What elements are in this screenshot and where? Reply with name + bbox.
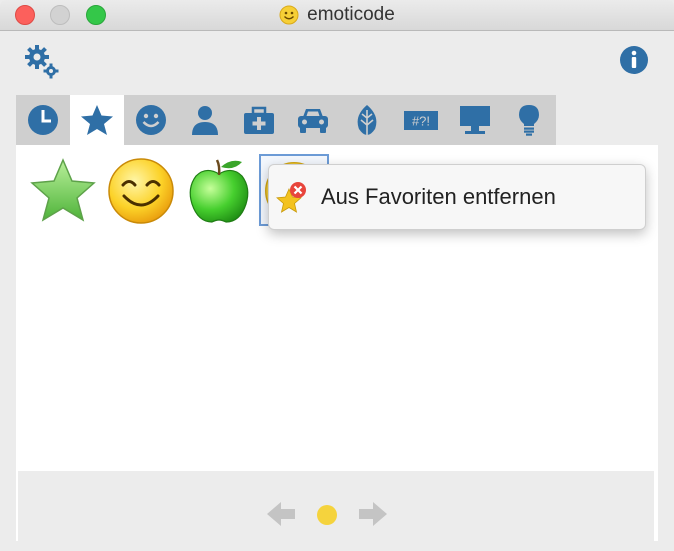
tab-people[interactable]: [178, 95, 232, 145]
tab-objects[interactable]: [448, 95, 502, 145]
tab-medical[interactable]: [232, 95, 286, 145]
tab-travel[interactable]: [286, 95, 340, 145]
smiley-icon: [136, 105, 166, 135]
clock-icon: [28, 105, 58, 135]
info-icon[interactable]: [619, 45, 649, 75]
title-bar: emoticode: [0, 0, 674, 31]
smiling-face-icon: [108, 158, 174, 224]
pagination-bar: [18, 471, 654, 541]
remove-favorite-icon: [276, 182, 306, 213]
category-tab-bar: #?!: [16, 95, 556, 145]
monitor-icon: [460, 106, 490, 134]
lightbulb-icon: [519, 105, 539, 136]
favorite-item[interactable]: [184, 156, 254, 226]
tab-nature[interactable]: [340, 95, 394, 145]
context-menu: Aus Favoriten entfernen: [268, 164, 646, 230]
symbols-tab-text: #?!: [412, 114, 430, 129]
favorite-item[interactable]: [106, 156, 176, 226]
arrow-left-icon[interactable]: [265, 498, 297, 530]
medical-kit-icon: [244, 106, 274, 134]
window-title-area: emoticode: [0, 0, 674, 30]
tab-ideas[interactable]: [502, 95, 556, 145]
symbols-icon: #?!: [404, 111, 438, 130]
tab-symbols[interactable]: #?!: [394, 95, 448, 145]
tab-favorites[interactable]: [70, 95, 124, 145]
green-apple-icon: [189, 159, 249, 223]
green-star-icon: [30, 158, 96, 222]
app-smiley-icon: [279, 5, 299, 25]
arrow-right-icon[interactable]: [357, 498, 389, 530]
star-icon: [81, 105, 113, 135]
tab-recent[interactable]: [16, 95, 70, 145]
window-title: emoticode: [307, 4, 395, 25]
gear-icon[interactable]: [24, 44, 60, 80]
person-icon: [192, 106, 218, 135]
leaf-icon: [357, 105, 377, 136]
favorite-item[interactable]: [28, 156, 98, 226]
app-window: emoticode #?! Aus Favoriten entfernen: [0, 0, 674, 551]
car-icon: [298, 109, 328, 133]
tab-smileys[interactable]: [124, 95, 178, 145]
page-indicator-dot[interactable]: [317, 505, 337, 525]
remove-favorite-menu-item[interactable]: Aus Favoriten entfernen: [321, 184, 556, 210]
